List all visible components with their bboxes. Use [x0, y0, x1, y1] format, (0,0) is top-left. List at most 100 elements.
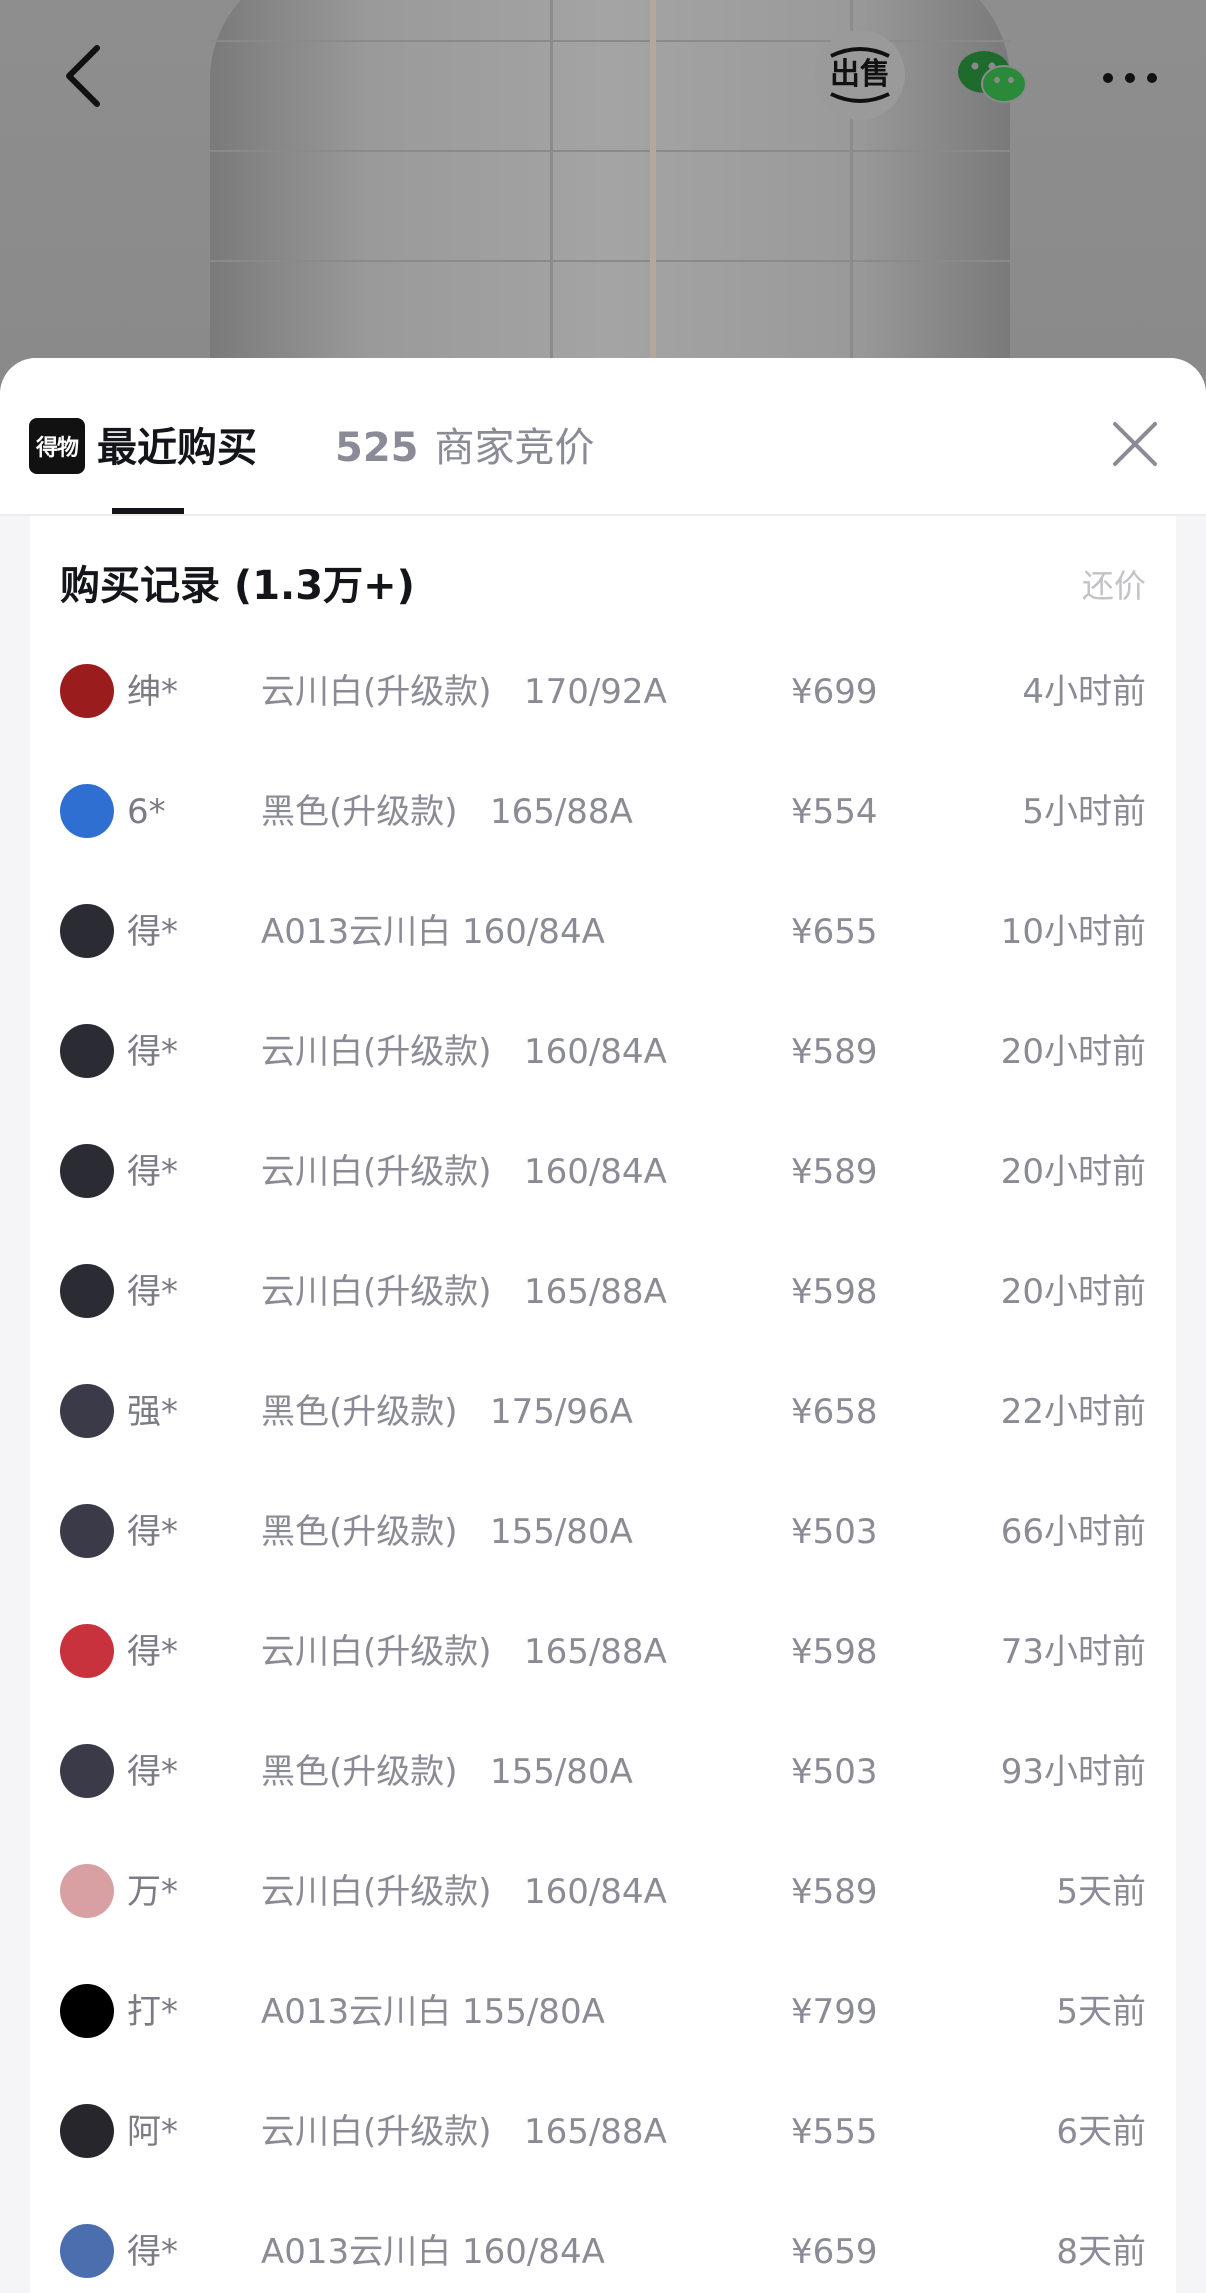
user-avatar	[60, 2224, 114, 2278]
user-name: 得*	[127, 1512, 178, 1552]
user-name: 万*	[127, 1872, 178, 1912]
purchase-price: ¥598	[791, 1632, 878, 1672]
user-avatar	[60, 1144, 114, 1198]
user-avatar	[60, 784, 114, 838]
product-spec: 云川白(升级款) 165/88A	[261, 1272, 667, 1312]
close-button[interactable]	[1105, 414, 1165, 474]
sell-button[interactable]: 出售	[815, 30, 905, 120]
product-spec: 云川白(升级款) 170/92A	[261, 672, 667, 712]
purchase-price: ¥655	[791, 912, 878, 952]
wechat-icon	[958, 51, 1027, 103]
product-spec: 云川白(升级款) 160/84A	[261, 1032, 667, 1072]
purchase-price: ¥503	[791, 1752, 878, 1792]
active-tab-indicator	[112, 508, 184, 514]
purchase-record-row: 得* A013云川白 160/84A ¥655 10小时前	[30, 868, 1176, 988]
purchase-records-card: 购买记录 (1.3万+) 还价 绅* 云川白(升级款) 170/92A ¥699 4小…	[30, 516, 1176, 2293]
purchase-time: 20小时前	[1000, 1032, 1146, 1072]
refresh-arrows-icon	[830, 92, 890, 103]
purchase-record-row: 得* A013云川白 160/84A ¥659 8天前	[30, 2188, 1176, 2293]
product-spec: 云川白(升级款) 165/88A	[261, 2112, 667, 2152]
user-name: 6*	[127, 792, 166, 832]
user-name: 强*	[127, 1392, 178, 1432]
purchase-price: ¥503	[791, 1512, 878, 1552]
product-spec: 云川白(升级款) 165/88A	[261, 1632, 667, 1672]
recent-purchases-sheet: 得物 最近购买 525 商家竞价 购买记录 (1.3万+) 还价 绅* 云川白(升级…	[0, 358, 1206, 2293]
counter-offer-button[interactable]: 还价	[1082, 562, 1146, 610]
purchase-price: ¥699	[791, 672, 878, 712]
purchase-record-row: 万* 云川白(升级款) 160/84A ¥589 5天前	[30, 1828, 1176, 1948]
back-button[interactable]	[48, 36, 118, 116]
user-avatar	[60, 904, 114, 958]
user-avatar	[60, 1984, 114, 2038]
purchase-record-row: 得* 黑色(升级款) 155/80A ¥503 66小时前	[30, 1468, 1176, 1588]
user-name: 得*	[127, 1032, 178, 1072]
purchase-price: ¥658	[791, 1392, 878, 1432]
records-list: 绅* 云川白(升级款) 170/92A ¥699 4小时前 6* 黑色(升级款) 165/…	[30, 628, 1176, 2293]
purchase-price: ¥799	[791, 1992, 878, 2032]
brand-logo: 得物	[29, 418, 85, 474]
user-name: 绅*	[127, 672, 178, 712]
product-spec: A013云川白 155/80A	[261, 1992, 605, 2032]
purchase-time: 5天前	[1056, 1992, 1146, 2032]
purchase-record-row: 得* 云川白(升级款) 160/84A ¥589 20小时前	[30, 988, 1176, 1108]
purchase-price: ¥598	[791, 1272, 878, 1312]
user-avatar	[60, 1024, 114, 1078]
tab-merchant-bids[interactable]: 525 商家竞价	[335, 418, 595, 478]
user-avatar	[60, 664, 114, 718]
bids-count: 525	[335, 425, 419, 471]
user-avatar	[60, 2104, 114, 2158]
product-spec: A013云川白 160/84A	[261, 912, 605, 952]
product-spec: 黑色(升级款) 155/80A	[261, 1752, 633, 1792]
purchase-time: 20小时前	[1000, 1152, 1146, 1192]
user-avatar	[60, 1864, 114, 1918]
user-avatar	[60, 1744, 114, 1798]
purchase-time: 6天前	[1056, 2112, 1146, 2152]
purchase-record-row: 强* 黑色(升级款) 175/96A ¥658 22小时前	[30, 1348, 1176, 1468]
purchase-record-row: 打* A013云川白 155/80A ¥799 5天前	[30, 1948, 1176, 2068]
close-icon	[1113, 422, 1157, 466]
purchase-record-row: 得* 云川白(升级款) 165/88A ¥598 73小时前	[30, 1588, 1176, 1708]
user-name: 得*	[127, 1632, 178, 1672]
purchase-record-row: 绅* 云川白(升级款) 170/92A ¥699 4小时前	[30, 628, 1176, 748]
user-name: 得*	[127, 1752, 178, 1792]
purchase-price: ¥555	[791, 2112, 878, 2152]
purchase-time: 10小时前	[1000, 912, 1146, 952]
wechat-share-button[interactable]	[952, 38, 1032, 118]
user-name: 得*	[127, 1152, 178, 1192]
purchase-time: 20小时前	[1000, 1272, 1146, 1312]
user-avatar	[60, 1504, 114, 1558]
product-spec: A013云川白 160/84A	[261, 2232, 605, 2272]
product-spec: 云川白(升级款) 160/84A	[261, 1152, 667, 1192]
user-avatar	[60, 1624, 114, 1678]
user-avatar	[60, 1264, 114, 1318]
product-spec: 云川白(升级款) 160/84A	[261, 1872, 667, 1912]
purchase-time: 66小时前	[1000, 1512, 1146, 1552]
purchase-time: 93小时前	[1000, 1752, 1146, 1792]
sell-label: 出售	[830, 57, 890, 92]
user-name: 得*	[127, 2232, 178, 2272]
jacket-seam	[550, 0, 553, 380]
chevron-left-icon	[66, 45, 100, 107]
user-name: 得*	[127, 912, 178, 952]
purchase-price: ¥589	[791, 1032, 878, 1072]
purchase-record-row: 得* 云川白(升级款) 160/84A ¥589 20小时前	[30, 1108, 1176, 1228]
purchase-record-row: 阿* 云川白(升级款) 165/88A ¥555 6天前	[30, 2068, 1176, 2188]
user-name: 得*	[127, 1272, 178, 1312]
product-spec: 黑色(升级款) 165/88A	[261, 792, 633, 832]
sheet-header: 得物 最近购买 525 商家竞价	[0, 358, 1206, 516]
purchase-price: ¥659	[791, 2232, 878, 2272]
purchase-time: 4小时前	[1022, 672, 1146, 712]
more-button[interactable]	[1090, 38, 1170, 118]
tab-recent-purchases[interactable]: 最近购买	[97, 418, 257, 478]
records-title: 购买记录 (1.3万+)	[60, 563, 415, 609]
user-name: 打*	[127, 1992, 178, 2032]
purchase-time: 5天前	[1056, 1872, 1146, 1912]
purchase-time: 5小时前	[1022, 792, 1146, 832]
more-icon	[1103, 73, 1157, 83]
purchase-record-row: 6* 黑色(升级款) 165/88A ¥554 5小时前	[30, 748, 1176, 868]
purchase-price: ¥554	[791, 792, 878, 832]
purchase-time: 8天前	[1056, 2232, 1146, 2272]
product-spec: 黑色(升级款) 175/96A	[261, 1392, 633, 1432]
bids-label: 商家竞价	[434, 425, 595, 471]
purchase-price: ¥589	[791, 1152, 878, 1192]
